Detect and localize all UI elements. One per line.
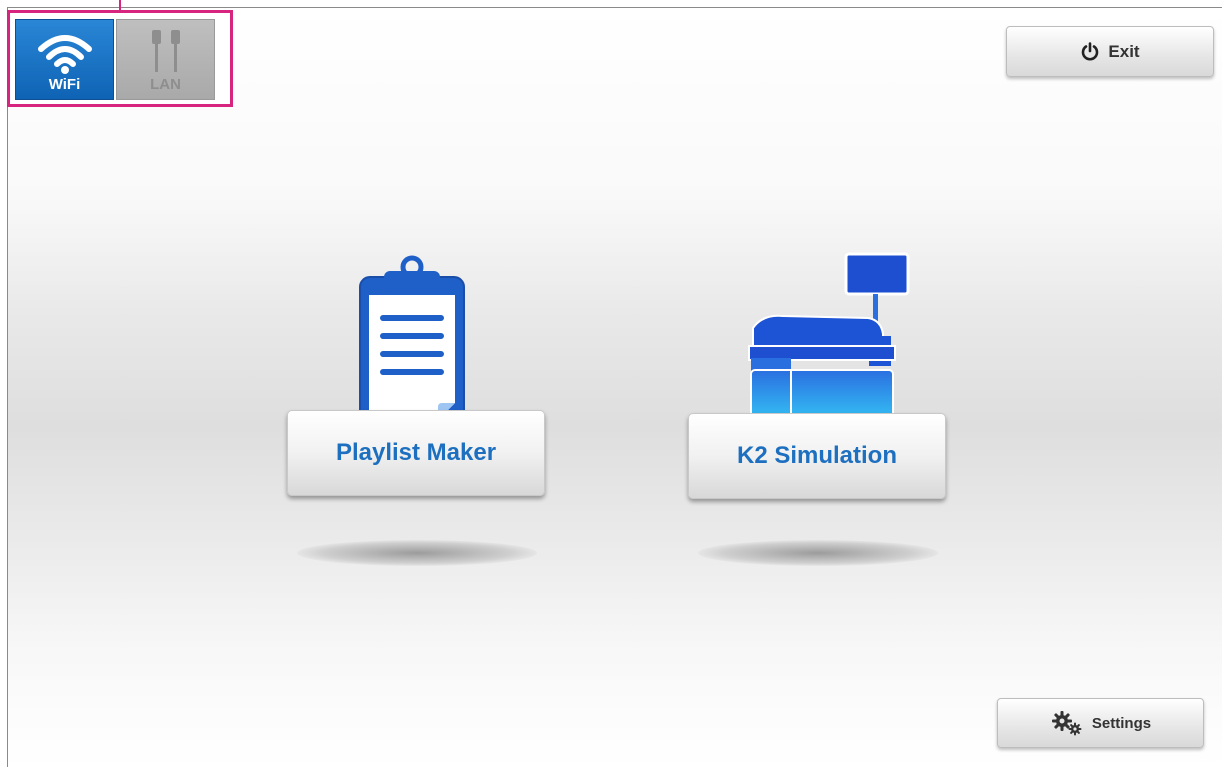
k2-simulation-tile[interactable]: K2 Simulation (688, 413, 946, 499)
playlist-maker-label: Playlist Maker (335, 439, 497, 466)
clipboard-icon (359, 255, 465, 428)
tile-shadow (698, 540, 938, 566)
exit-label: Exit (1108, 41, 1140, 61)
k2-simulation-app[interactable]: K2 Simulation (688, 250, 948, 585)
tile-shadow (297, 540, 537, 566)
settings-label: Settings (1091, 714, 1152, 732)
lan-cable-icon (151, 30, 180, 72)
hospital-bed-monitor-icon (748, 252, 910, 432)
main-screen (7, 7, 1222, 767)
settings-button[interactable]: Settings (997, 698, 1204, 748)
wifi-label: WiFi (48, 76, 81, 93)
playlist-maker-tile[interactable]: Playlist Maker (287, 410, 545, 496)
power-icon (1082, 41, 1099, 60)
playlist-maker-app[interactable]: Playlist Maker (287, 255, 547, 585)
network-toggle: WiFi LAN (7, 10, 233, 107)
lan-button[interactable]: LAN (116, 19, 215, 100)
lan-label: LAN (150, 76, 181, 93)
k2-simulation-label: K2 Simulation (736, 442, 898, 469)
wifi-icon (37, 35, 92, 74)
wifi-button[interactable]: WiFi (15, 19, 114, 100)
exit-button[interactable]: Exit (1006, 26, 1214, 77)
gears-icon (1051, 711, 1082, 736)
